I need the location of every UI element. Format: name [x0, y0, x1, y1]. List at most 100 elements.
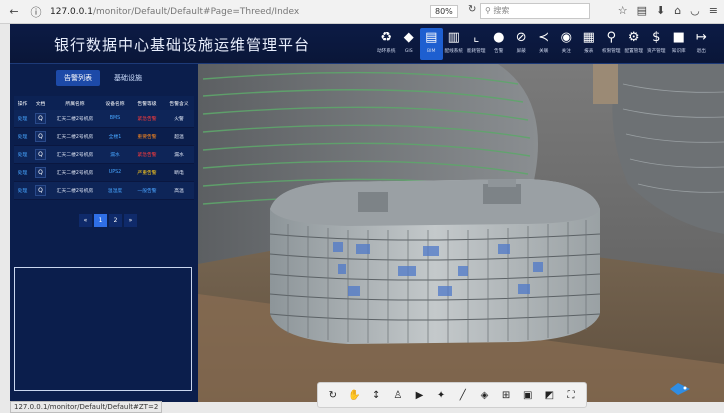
location-cell: 汇天二楼2号机房 — [56, 135, 94, 140]
camera-icon[interactable]: ▶ — [412, 390, 426, 401]
tool-logout-button[interactable]: ↦ 退出 — [690, 28, 713, 60]
process-link[interactable]: 处理 — [14, 187, 31, 194]
prev-page-button[interactable]: « — [79, 214, 92, 227]
tool-label: 知识库 — [671, 49, 686, 54]
browser-search-input[interactable]: ⚲ 搜索 — [480, 3, 590, 19]
location-cell: 汇天二楼2号机房 — [56, 171, 94, 176]
settings-icon[interactable]: ◩ — [542, 390, 556, 401]
page-2-button[interactable]: 2 — [109, 214, 122, 227]
tab-infrastructure[interactable]: 基础设施 — [106, 70, 150, 86]
document-icon: ▤ — [425, 30, 438, 45]
next-page-button[interactable]: » — [124, 214, 137, 227]
tool-block-button[interactable]: ⊘ 屏蔽 — [510, 28, 533, 60]
search-icon[interactable]: Q — [35, 167, 46, 178]
status-bar-url: 127.0.0.1/monitor/Default/Default#ZT=2 — [10, 401, 163, 413]
key-icon: ⚲ — [606, 30, 617, 45]
location-cell: 汇天二楼2号机房 — [56, 189, 94, 194]
tool-report-button[interactable]: ▦ 报表 — [578, 28, 601, 60]
table-row[interactable]: 处理 Q 汇天二楼2号机房 漏水 紧急告警 漏水 — [14, 146, 194, 164]
meaning-cell: 漏水 — [174, 153, 184, 158]
table-row[interactable]: 处理 Q 汇天二楼2号机房 温湿度 一般告警 高温 — [14, 182, 194, 200]
tool-book-button[interactable]: ■ 知识库 — [668, 28, 691, 60]
tool-label: 权限管理 — [602, 49, 621, 54]
search-icon[interactable]: Q — [35, 131, 46, 142]
book-icon: ■ — [672, 30, 685, 45]
tool-network-button[interactable]: ♻ 动环系统 — [375, 28, 398, 60]
process-link[interactable]: 处理 — [14, 115, 31, 122]
top-toolbar: ♻ 动环系统 ◆ GIS ▤ BIM ▥ 配线系统 ⌞ 能耗管理 ● 告警 ⊘ 屏蔽 ≺ 关联 ◉ 关注 ▦ 报表 ⚲ 权… — [375, 28, 713, 60]
search-icon[interactable]: Q — [35, 149, 46, 160]
bookmark-star-icon[interactable]: ☆ — [618, 4, 628, 17]
menu-icon[interactable]: ≡ — [709, 4, 718, 17]
section-icon[interactable]: ◈ — [477, 390, 491, 401]
process-link[interactable]: 处理 — [14, 133, 31, 140]
logout-icon: ↦ — [695, 30, 707, 45]
search-icon[interactable]: Q — [35, 185, 46, 196]
viewer-toolbar: ↻ ✋ ↕ ♙ ▶ ✦ ╱ ◈ ⊞ ▣ ◩ ⛶ — [317, 382, 587, 408]
vertical-move-icon[interactable]: ↕ — [369, 390, 383, 401]
table-row[interactable]: 处理 Q 汇天二楼2号机房 UPS2 严重告警 断电 — [14, 164, 194, 182]
tool-share-button[interactable]: ≺ 关联 — [533, 28, 556, 60]
report-icon: ▦ — [582, 30, 595, 45]
tool-document-button[interactable]: ▤ BIM — [420, 28, 443, 60]
info-icon[interactable]: ⓘ — [28, 4, 44, 20]
process-link[interactable]: 处理 — [14, 151, 31, 158]
compass-icon[interactable] — [668, 380, 692, 398]
fullscreen-icon[interactable]: ⛶ — [564, 390, 578, 401]
tool-label: 能耗管理 — [467, 49, 486, 54]
device-cell[interactable]: 漏水 — [100, 151, 130, 158]
rotate-icon[interactable]: ↻ — [326, 390, 340, 401]
bim-3d-viewport[interactable] — [198, 64, 724, 402]
table-header: 操作 文档 所属名称 设备名称 告警等级 告警含义 — [14, 96, 194, 110]
table-row[interactable]: 处理 Q 汇天二楼2号机房 全楼1 重要告警 超温 — [14, 128, 194, 146]
header-operation: 操作 — [17, 101, 28, 107]
table-row[interactable]: 处理 Q 汇天二楼2号机房 BMS 紧急告警 火警 — [14, 110, 194, 128]
tool-target-button[interactable]: ◉ 关注 — [555, 28, 578, 60]
meaning-cell: 断电 — [174, 171, 184, 176]
url-bar[interactable]: 127.0.0.1/monitor/Default/Default#Page=T… — [50, 7, 299, 17]
location-cell: 汇天二楼2号机房 — [56, 153, 94, 158]
header-location: 所属名称 — [65, 101, 85, 107]
download-icon[interactable]: ⬇ — [656, 4, 665, 17]
reload-icon[interactable]: ↻ — [468, 4, 476, 15]
cube-icon: ◆ — [403, 30, 414, 45]
network-icon: ♻ — [380, 30, 393, 45]
tab-alarm-list[interactable]: 告警列表 — [56, 70, 100, 86]
explode-icon[interactable]: ✦ — [434, 390, 448, 401]
pan-icon[interactable]: ✋ — [347, 390, 361, 401]
device-cell[interactable]: BMS — [100, 116, 130, 121]
reading-list-icon[interactable]: ▤ — [637, 4, 647, 17]
properties-icon[interactable]: ▣ — [521, 390, 535, 401]
tool-dollar-button[interactable]: $ 资产管理 — [645, 28, 668, 60]
tool-chart-button[interactable]: ⌞ 能耗管理 — [465, 28, 488, 60]
tool-label: GIS — [404, 49, 413, 54]
search-icon[interactable]: Q — [35, 113, 46, 124]
level-cell: 紧急告警 — [137, 153, 157, 158]
device-cell[interactable]: 全楼1 — [100, 133, 130, 140]
pocket-icon[interactable]: ◡ — [690, 4, 700, 17]
home-icon[interactable]: ⌂ — [674, 4, 681, 17]
doc-cell: Q — [31, 113, 50, 124]
walk-icon[interactable]: ♙ — [391, 390, 405, 401]
back-arrow-icon[interactable]: ← — [6, 4, 22, 20]
meaning-cell: 超温 — [174, 135, 184, 140]
device-cell[interactable]: UPS2 — [100, 170, 130, 175]
process-link[interactable]: 处理 — [14, 169, 31, 176]
tool-key-button[interactable]: ⚲ 权限管理 — [600, 28, 623, 60]
gear-icon: ⚙ — [627, 30, 640, 45]
browser-toolbar: ← ⓘ 127.0.0.1/monitor/Default/Default#Pa… — [0, 0, 724, 24]
page-1-button[interactable]: 1 — [94, 214, 107, 227]
tool-alarm-button[interactable]: ● 告警 — [488, 28, 511, 60]
tool-label: 关联 — [539, 49, 549, 54]
page-title: 银行数据中心基础设施运维管理平台 — [54, 36, 311, 54]
app-header: 银行数据中心基础设施运维管理平台 ♻ 动环系统 ◆ GIS ▤ BIM ▥ 配线系统 ⌞ 能耗管理… — [10, 24, 724, 64]
tool-bookmark-button[interactable]: ▥ 配线系统 — [443, 28, 466, 60]
tool-cube-button[interactable]: ◆ GIS — [398, 28, 421, 60]
alarm-panel: 告警列表 基础设施 操作 文档 所属名称 设备名称 告警等级 告警含义 处理 Q 汇… — [10, 64, 198, 402]
target-icon: ◉ — [560, 30, 572, 45]
device-cell[interactable]: 温湿度 — [100, 187, 130, 194]
measure-icon[interactable]: ╱ — [456, 390, 470, 401]
zoom-level[interactable]: 80% — [430, 5, 458, 18]
tree-icon[interactable]: ⊞ — [499, 390, 513, 401]
tool-gear-button[interactable]: ⚙ 配置管理 — [623, 28, 646, 60]
